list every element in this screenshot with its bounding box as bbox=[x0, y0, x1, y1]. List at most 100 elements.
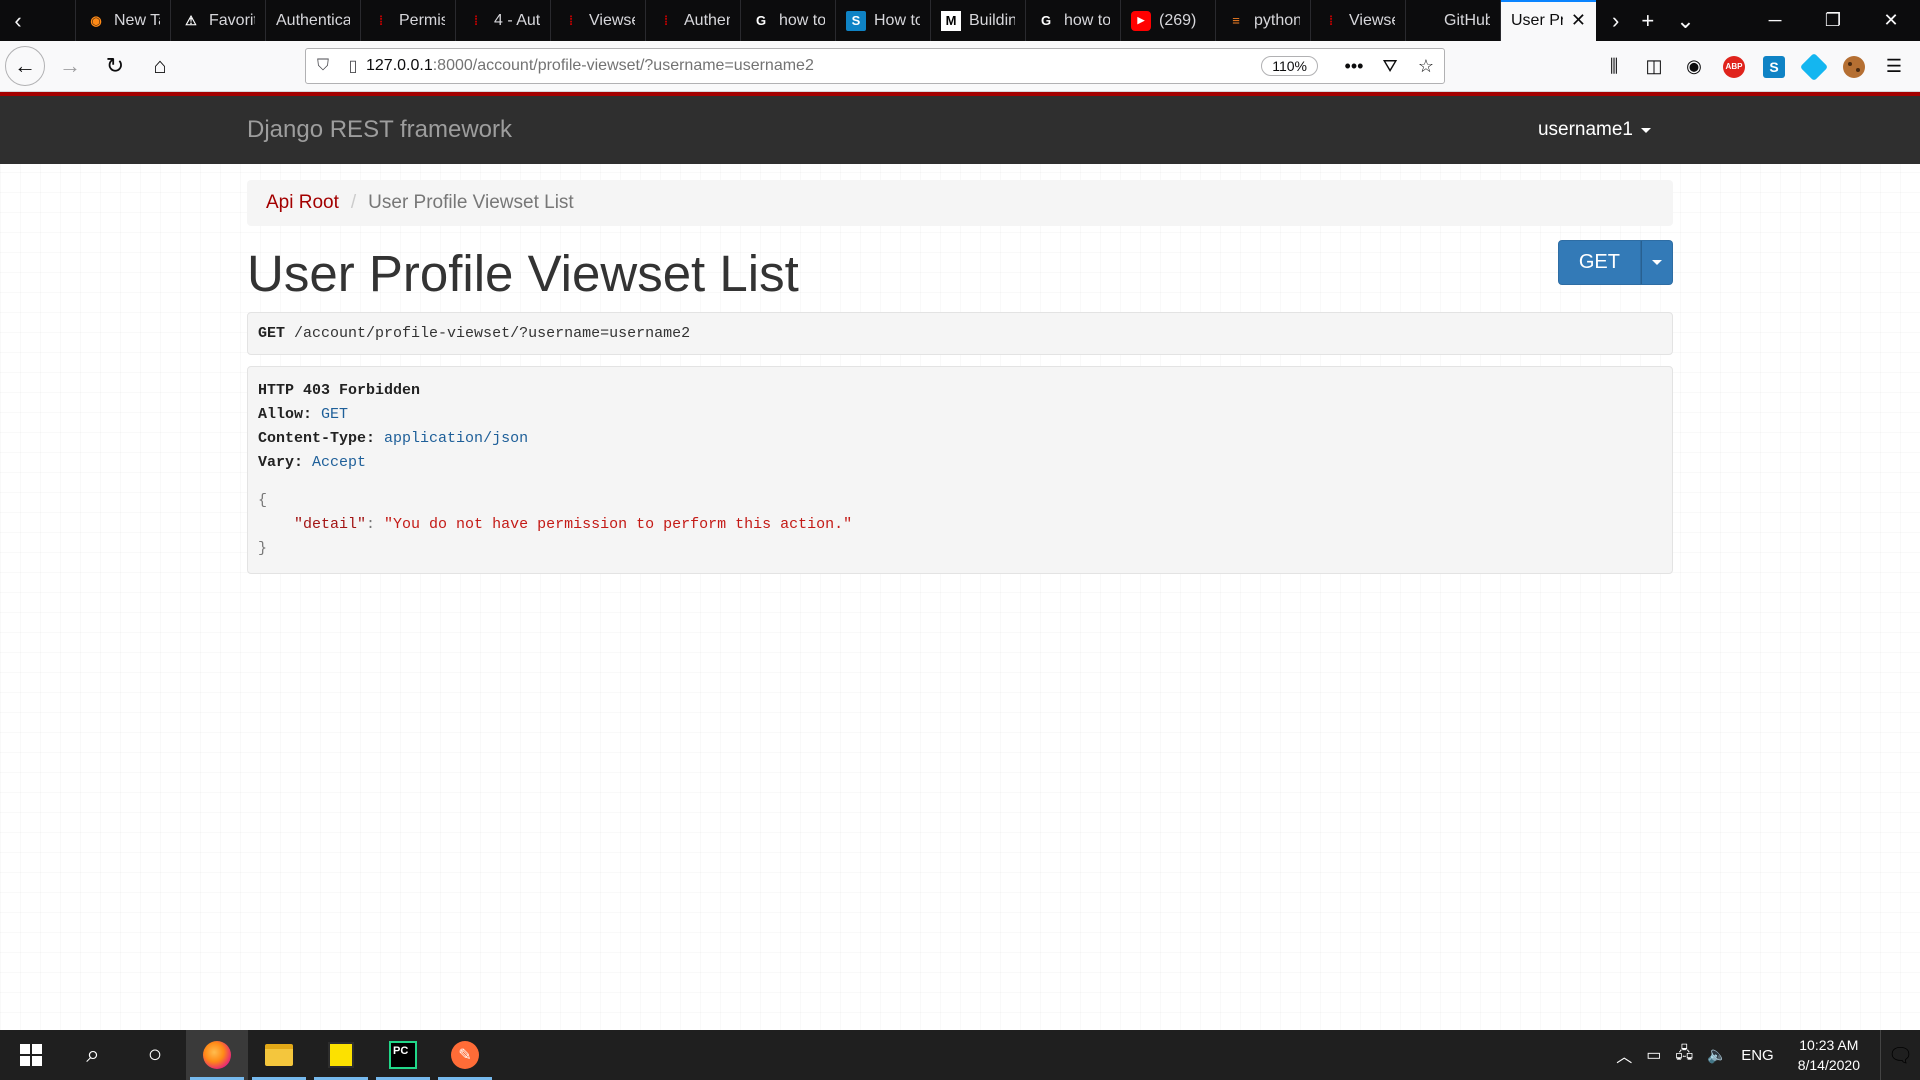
header-key: Vary: bbox=[258, 454, 304, 471]
library-icon[interactable]: ⫼ bbox=[1596, 49, 1632, 85]
tab-active-user-profile[interactable]: User Pr ✕ bbox=[1501, 0, 1596, 41]
adblock-plus-icon[interactable]: ABP bbox=[1716, 49, 1752, 85]
taskbar-sticky-notes[interactable] bbox=[310, 1030, 372, 1080]
search-icon: ⌕ bbox=[86, 1041, 100, 1068]
windows-logo-icon bbox=[20, 1044, 42, 1066]
search-button[interactable]: ⌕ bbox=[62, 1030, 124, 1080]
tab-github[interactable]: GitHub bbox=[1406, 0, 1501, 41]
extension-cube-icon[interactable] bbox=[1796, 49, 1832, 85]
tab-building-medium[interactable]: M Building bbox=[931, 0, 1026, 41]
caret-down-icon bbox=[1641, 127, 1651, 133]
extension-s-icon[interactable]: S bbox=[1756, 49, 1792, 85]
tab-authentication[interactable]: Authentication bbox=[266, 0, 361, 41]
start-button[interactable] bbox=[0, 1030, 62, 1080]
taskbar-file-explorer[interactable] bbox=[248, 1030, 310, 1080]
drf-icon: ⁞ bbox=[378, 13, 384, 28]
tab-strip: ‹ ◉ New Tab ⚠ Favorites Authentication ⁞… bbox=[0, 0, 1920, 41]
get-format-dropdown-toggle[interactable] bbox=[1641, 240, 1673, 285]
json-close-brace: } bbox=[258, 540, 268, 557]
url-text[interactable]: 127.0.0.1:8000/account/profile-viewset/?… bbox=[366, 57, 814, 75]
restore-icon[interactable]: ❐ bbox=[1804, 0, 1862, 41]
page-title: User Profile Viewset List bbox=[247, 245, 799, 302]
tab-authentication-2[interactable]: ⁞ Authentication bbox=[646, 0, 741, 41]
get-button[interactable]: GET bbox=[1557, 240, 1641, 285]
zoom-level-badge[interactable]: 110% bbox=[1261, 56, 1318, 76]
drf-navbar: Django REST framework username1 bbox=[0, 96, 1920, 164]
json-detail-line: "detail": "You do not have permission to… bbox=[258, 513, 1662, 537]
caret-down-icon bbox=[1652, 260, 1662, 265]
taskbar-postman[interactable]: ✎ bbox=[434, 1030, 496, 1080]
user-dropdown[interactable]: username1 bbox=[1538, 119, 1651, 141]
page-actions-icon[interactable]: ••• bbox=[1336, 56, 1372, 77]
tab-label: Viewsets bbox=[589, 11, 635, 29]
page-info-icon[interactable]: ▯ bbox=[340, 56, 366, 76]
sidebar-icon[interactable]: ◫ bbox=[1636, 49, 1672, 85]
json-value: "You do not have permission to perform t… bbox=[384, 516, 853, 533]
tab-permissions[interactable]: ⁞ Permissions bbox=[361, 0, 456, 41]
tab-favorites[interactable]: ⚠ Favorites bbox=[171, 0, 266, 41]
sticky-notes-icon bbox=[328, 1042, 354, 1068]
get-button-group: GET bbox=[1557, 240, 1673, 285]
battery-icon[interactable]: ▭ bbox=[1646, 1045, 1661, 1065]
tab-how-to-stack[interactable]: S How to bbox=[836, 0, 931, 41]
pocket-icon[interactable]: ⛛ bbox=[1372, 56, 1408, 77]
hamburger-menu-icon[interactable]: ☰ bbox=[1876, 49, 1912, 85]
forward-button[interactable]: → bbox=[50, 46, 90, 86]
network-icon[interactable]: 🖧 bbox=[1675, 1042, 1693, 1069]
tab-scroll-right-icon[interactable]: › bbox=[1612, 8, 1619, 34]
tab-youtube[interactable]: ▶ (269) bbox=[1121, 0, 1216, 41]
volume-icon[interactable]: 🔈 bbox=[1707, 1045, 1727, 1065]
tab-python-stackoverflow[interactable]: ≡ python bbox=[1216, 0, 1311, 41]
list-all-tabs-icon[interactable]: ⌄ bbox=[1676, 8, 1694, 34]
notification-center-button[interactable]: 🗨 bbox=[1880, 1030, 1920, 1080]
account-icon[interactable]: ◉ bbox=[1676, 49, 1712, 85]
tab-new-tab[interactable]: ◉ New Tab bbox=[76, 0, 171, 41]
reload-icon: ↻ bbox=[105, 53, 125, 78]
drf-brand-link[interactable]: Django REST framework bbox=[247, 116, 512, 144]
stack-icon: S bbox=[846, 10, 866, 31]
tab-how-to-google[interactable]: G how to bbox=[741, 0, 836, 41]
cortana-button[interactable]: ○ bbox=[124, 1030, 186, 1080]
arrow-right-icon: → bbox=[59, 53, 81, 78]
home-button[interactable]: ⌂ bbox=[140, 46, 180, 86]
new-tab-icon[interactable]: + bbox=[1641, 8, 1654, 34]
request-path: /account/profile-viewset/?username=usern… bbox=[294, 325, 691, 342]
tab-label: How to bbox=[874, 11, 920, 29]
drf-icon: ⁞ bbox=[663, 13, 669, 28]
medium-icon: M bbox=[941, 10, 961, 31]
cookie-extension-icon[interactable] bbox=[1836, 49, 1872, 85]
taskbar-firefox[interactable] bbox=[186, 1030, 248, 1080]
tab-label: Favorites bbox=[209, 11, 255, 29]
warning-icon: ⚠ bbox=[185, 12, 197, 28]
clock[interactable]: 10:23 AM 8/14/2020 bbox=[1788, 1035, 1870, 1075]
tab-partial[interactable] bbox=[36, 0, 76, 41]
language-indicator[interactable]: ENG bbox=[1741, 1047, 1774, 1064]
chevron-up-icon[interactable]: ︿ bbox=[1616, 1043, 1632, 1067]
response-header-row: Vary: Accept bbox=[258, 451, 1662, 475]
url-bar[interactable]: ⛉ ▯ 127.0.0.1:8000/account/profile-views… bbox=[305, 48, 1445, 84]
tab-label: Authentication bbox=[684, 11, 730, 29]
response-header-row: Content-Type: application/json bbox=[258, 427, 1662, 451]
reload-button[interactable]: ↻ bbox=[95, 46, 135, 86]
tab-how-to-google-2[interactable]: G how to bbox=[1026, 0, 1121, 41]
drf-icon: ⁞ bbox=[568, 13, 574, 28]
taskbar-pycharm[interactable]: PC bbox=[372, 1030, 434, 1080]
tab-scroll-left-button[interactable]: ‹ bbox=[0, 0, 36, 41]
close-tab-icon[interactable]: ✕ bbox=[1571, 10, 1586, 31]
firefox-icon bbox=[203, 1041, 231, 1069]
minimize-icon[interactable]: ─ bbox=[1746, 0, 1804, 41]
tab-viewsets-2[interactable]: ⁞ Viewsets bbox=[1311, 0, 1406, 41]
back-button[interactable]: ← bbox=[5, 46, 45, 86]
breadcrumb-api-root-link[interactable]: Api Root bbox=[266, 192, 339, 214]
response-info: HTTP 403 Forbidden Allow: GET Content-Ty… bbox=[247, 366, 1673, 574]
bookmark-star-icon[interactable]: ☆ bbox=[1408, 56, 1444, 77]
close-window-icon[interactable]: ✕ bbox=[1862, 0, 1920, 41]
request-method: GET bbox=[258, 325, 286, 342]
drf-icon: ⁞ bbox=[473, 13, 479, 28]
breadcrumb-separator: / bbox=[350, 192, 357, 213]
tab-4-authentication[interactable]: ⁞ 4 - Authentication bbox=[456, 0, 551, 41]
tab-label: Viewsets bbox=[1349, 11, 1395, 29]
tracking-protection-shield-icon[interactable]: ⛉ bbox=[306, 57, 340, 75]
tab-viewsets[interactable]: ⁞ Viewsets bbox=[551, 0, 646, 41]
page-content: Django REST framework username1 Api Root… bbox=[0, 92, 1920, 1030]
